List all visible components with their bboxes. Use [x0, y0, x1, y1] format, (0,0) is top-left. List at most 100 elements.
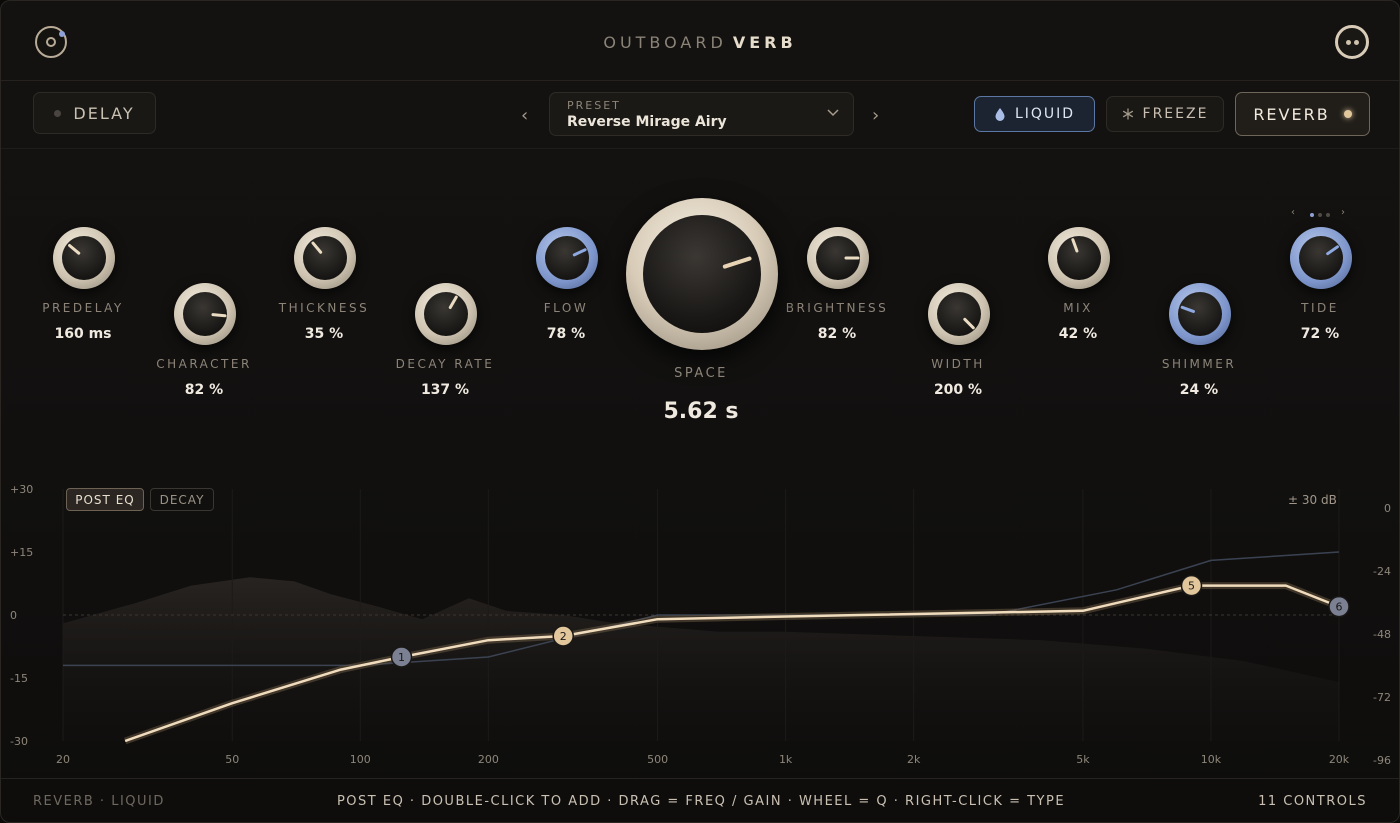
svg-text:2: 2	[560, 630, 567, 643]
brightness-value: 82 %	[817, 326, 857, 342]
pager-left-icon[interactable]: ‹	[1291, 207, 1295, 218]
predelay-knob[interactable]	[53, 227, 115, 289]
next-preset-icon[interactable]: ›	[872, 105, 879, 126]
space-label: SPACE	[674, 366, 728, 381]
character-label: CHARACTER	[156, 357, 252, 371]
thickness-value: 35 %	[304, 326, 344, 342]
freeze-label: FREEZE	[1142, 106, 1209, 122]
shimmer-label: SHIMMER	[1161, 357, 1237, 371]
left-axis-tick: +30	[10, 483, 33, 496]
width-knob[interactable]	[928, 283, 990, 345]
eq-range-label: ± 30 dB	[1288, 493, 1337, 507]
right-axis-tick: -48	[1373, 628, 1391, 641]
decay-rate-label: DECAY RATE	[395, 357, 495, 371]
chevron-down-icon	[827, 109, 839, 117]
brightness-label: BRIGHTNESS	[785, 301, 889, 315]
left-axis-tick: +15	[10, 546, 33, 559]
tide-label: TIDE	[1301, 301, 1339, 315]
snowflake-icon	[1122, 108, 1133, 120]
flow-knob[interactable]	[536, 227, 598, 289]
predelay-value: 160 ms	[54, 326, 112, 342]
right-axis-tick: -72	[1373, 691, 1391, 704]
shimmer-value: 24 %	[1179, 382, 1219, 398]
character-knob[interactable]	[174, 283, 236, 345]
shimmer-knob[interactable]	[1169, 283, 1231, 345]
mix-label: MIX	[1063, 301, 1093, 315]
left-axis-tick: -30	[10, 735, 28, 748]
space-value: 5.62 s	[663, 399, 739, 424]
status-hint: POST EQ · DOUBLE-CLICK TO ADD · DRAG = F…	[336, 794, 1066, 809]
header-bar: OUTBOARD VERB	[1, 1, 1399, 81]
pager-dot[interactable]	[1318, 213, 1322, 217]
freeze-button[interactable]: FREEZE	[1106, 96, 1224, 132]
preset-caption: PRESET	[567, 99, 621, 112]
freq-tick: 50	[225, 753, 239, 766]
svg-text:6: 6	[1336, 601, 1343, 614]
reverb-label: REVERB	[1253, 104, 1330, 124]
freq-tick: 100	[350, 753, 371, 766]
pager-dot[interactable]	[1326, 213, 1330, 217]
freq-tick: 20k	[1329, 753, 1350, 766]
decay-rate-value: 137 %	[420, 382, 470, 398]
svg-text:5: 5	[1188, 580, 1195, 593]
status-count: 11 CONTROLS	[1258, 794, 1367, 809]
delay-label: DELAY	[73, 103, 135, 123]
freq-tick: 500	[647, 753, 668, 766]
liquid-label: LIQUID	[1014, 106, 1076, 122]
tab-post-eq[interactable]: POST EQ	[66, 488, 144, 511]
mix-value: 42 %	[1058, 326, 1098, 342]
freq-tick: 5k	[1076, 753, 1090, 766]
freq-tick: 20	[56, 753, 70, 766]
freq-tick: 10k	[1201, 753, 1222, 766]
right-axis-tick: 0	[1384, 502, 1391, 515]
title-bold: VERB	[732, 33, 797, 52]
decay-rate-knob[interactable]	[415, 283, 477, 345]
menu-icon[interactable]	[1335, 25, 1369, 59]
thickness-label: THICKNESS	[278, 301, 370, 315]
reverb-button[interactable]: REVERB	[1235, 92, 1370, 136]
character-value: 82 %	[184, 382, 224, 398]
right-axis-tick: -96	[1373, 754, 1391, 767]
reverb-led-icon	[1343, 110, 1352, 118]
plugin-window: OUTBOARD VERB DELAY ‹ PRESET Reverse Mira…	[0, 0, 1400, 823]
tide-value: 72 %	[1300, 326, 1340, 342]
freq-tick: 200	[478, 753, 499, 766]
delay-button[interactable]: DELAY	[33, 92, 156, 134]
pager-right-icon[interactable]: ›	[1341, 207, 1345, 218]
eq-graph[interactable]: 1 2 5 6 +30 +15 0 -15 -30 0 -24 -48 -72 -96 20 50 100 200…	[1, 471, 1400, 776]
svg-text:1: 1	[398, 651, 405, 664]
preset-value: Reverse Mirage Airy	[567, 114, 727, 130]
brightness-knob[interactable]	[807, 227, 869, 289]
eq-node-1[interactable]: 1	[390, 646, 413, 668]
status-bar: REVERB · LIQUID POST EQ · DOUBLE-CLICK T…	[1, 778, 1399, 822]
thickness-knob[interactable]	[294, 227, 356, 289]
eq-node-6[interactable]: 6	[1328, 595, 1350, 618]
width-value: 200 %	[933, 382, 983, 398]
flow-label: FLOW	[543, 301, 589, 315]
prev-preset-icon[interactable]: ‹	[521, 105, 528, 126]
delay-led-icon	[54, 109, 62, 117]
pager-dot[interactable]	[1310, 213, 1314, 217]
knob-pager[interactable]: ‹ ›	[1291, 207, 1349, 221]
left-axis-tick: -15	[10, 672, 28, 685]
title-light: OUTBOARD	[603, 33, 727, 52]
app-title: OUTBOARD VERB	[1, 33, 1399, 52]
divider	[1, 148, 1399, 149]
predelay-label: PREDELAY	[42, 301, 124, 315]
liquid-button[interactable]: LIQUID	[974, 96, 1095, 132]
flow-value: 78 %	[546, 326, 586, 342]
right-axis-tick: -24	[1373, 565, 1391, 578]
mix-knob[interactable]	[1048, 227, 1110, 289]
tab-decay[interactable]: DECAY	[150, 488, 214, 511]
droplet-icon	[995, 108, 1005, 121]
freq-tick: 1k	[779, 753, 793, 766]
freq-tick: 2k	[907, 753, 921, 766]
space-knob[interactable]	[626, 198, 778, 350]
eq-panel[interactable]: 1 2 5 6 +30 +15 0 -15 -30 0 -24 -48 -72 -96 20 50 100 200…	[1, 471, 1400, 776]
preset-selector[interactable]: PRESET Reverse Mirage Airy	[549, 92, 854, 136]
eq-node-2[interactable]: 2	[552, 625, 574, 647]
eq-node-5[interactable]: 5	[1180, 574, 1203, 597]
left-axis-tick: 0	[10, 609, 17, 622]
width-label: WIDTH	[931, 357, 985, 371]
tide-knob[interactable]	[1290, 227, 1352, 289]
